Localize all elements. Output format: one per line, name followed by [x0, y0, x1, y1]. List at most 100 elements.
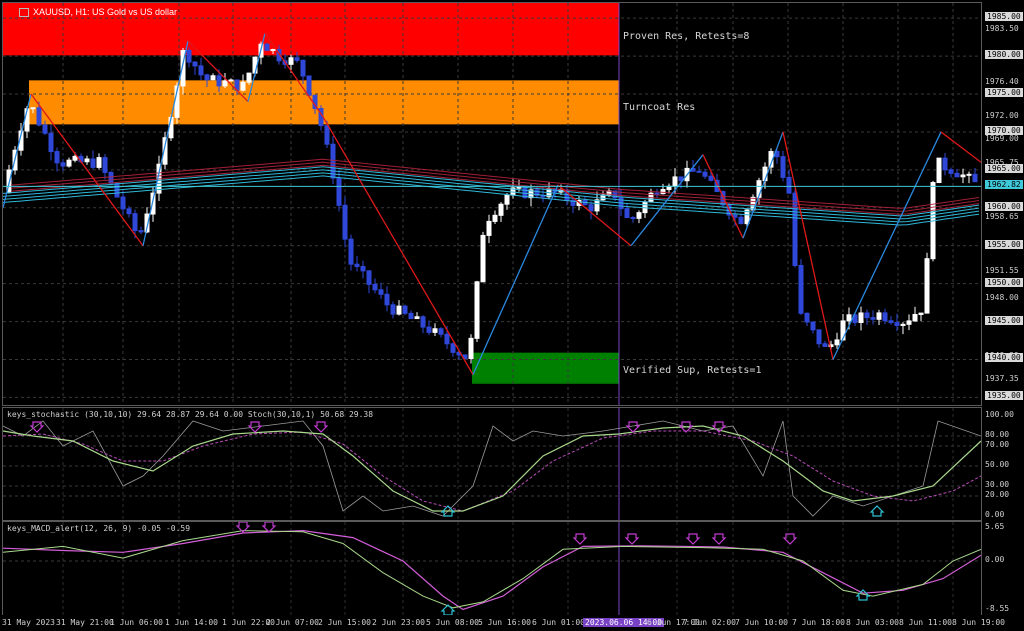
bull-candle [240, 81, 246, 91]
window-icon [19, 8, 29, 18]
bear-candle [108, 171, 114, 184]
bear-candle [48, 132, 54, 153]
bear-candle [804, 312, 810, 323]
macd-axis-tick: 5.65 [985, 522, 1005, 531]
time-tick: 1 Jun 06:00 [110, 618, 163, 627]
bull-candle [498, 203, 504, 216]
stochastic-axis: 100.00 80.00 70.00 50.00 30.00 20.00 0.00 [982, 407, 1024, 519]
time-tick: 8 Jun 11:00 [899, 618, 952, 627]
price-tick: 1975.00 [985, 88, 1023, 98]
chart-window: XAUUSD, H1: US Gold vs US dollar Proven … [0, 0, 1024, 631]
bear-candle [294, 57, 300, 61]
bull-candle [504, 194, 510, 205]
macd-axis-tick: -8.55 [985, 604, 1010, 613]
price-tick: 1935.00 [985, 391, 1023, 401]
price-tick: 1960.00 [985, 201, 1023, 211]
time-tick: 5 Jun 16:00 [478, 618, 531, 627]
bull-candle [834, 339, 840, 346]
time-tick: 7 Jun 18:00 [792, 618, 845, 627]
time-tick: 8 Jun 19:00 [952, 618, 1005, 627]
bear-candle [624, 208, 630, 219]
bear-candle [384, 293, 390, 306]
bull-candle [966, 173, 972, 176]
macd-axis: 5.65 0.00 -8.55 [982, 521, 1024, 614]
zigzag-segment [702, 154, 744, 239]
stochastic-canvas [3, 408, 981, 520]
bull-candle [210, 75, 216, 81]
sell-arrow-icon [572, 533, 588, 545]
bear-candle [360, 266, 366, 272]
price-tick: 1948.00 [985, 292, 1019, 302]
sell-arrow-icon [29, 421, 45, 433]
sell-arrow-icon [261, 522, 277, 533]
price-tick: 1958.65 [985, 212, 1019, 222]
bear-candle [972, 173, 978, 183]
bear-candle [780, 156, 786, 178]
bear-candle [798, 264, 804, 314]
time-axis[interactable]: 31 May 2023 31 May 21:00 1 Jun 06:00 1 Jun … [0, 615, 1024, 631]
bull-candle [636, 212, 642, 219]
bull-candle [66, 159, 72, 167]
bear-candle [102, 157, 108, 173]
macd-pane[interactable]: keys_MACD_alert(12, 26, 9) -0.05 -0.59 [2, 521, 982, 616]
bear-candle [300, 59, 306, 77]
sell-arrow-icon [313, 421, 329, 433]
bear-candle [138, 230, 144, 233]
time-tick: 2 Jun 23:00 [372, 618, 425, 627]
bear-candle [324, 125, 330, 145]
bear-candle [42, 124, 48, 134]
bear-candle [630, 217, 636, 220]
bull-candle [936, 157, 942, 184]
price-tick: 1950.00 [985, 277, 1023, 287]
time-tick: 5 Jun 08:00 [426, 618, 479, 627]
stoch-axis-tick: 80.00 [985, 430, 1010, 439]
bull-candle [846, 314, 852, 322]
bear-candle [942, 157, 948, 171]
bull-candle [906, 320, 912, 325]
stochastic-pane[interactable]: keys_stochastic (30,10,10) 29.64 28.87 2… [2, 407, 982, 521]
zone-label-proven-res: Proven Res, Retests=8 [623, 31, 750, 42]
stoch-axis-tick: 70.00 [985, 440, 1010, 449]
bull-candle [432, 328, 438, 333]
bear-candle [588, 204, 594, 212]
bear-candle [420, 316, 426, 328]
bear-candle [402, 305, 408, 314]
zone-label-turncoat-res: Turncoat Res [623, 102, 696, 113]
bear-candle [810, 321, 816, 331]
bear-candle [732, 214, 738, 218]
bull-candle [252, 56, 258, 74]
bear-candle [354, 263, 360, 268]
bear-candle [198, 65, 204, 76]
bear-candle [306, 75, 312, 96]
price-tick: 1937.35 [985, 373, 1019, 383]
stoch-axis-tick: 20.00 [985, 490, 1010, 499]
bull-candle [912, 313, 918, 322]
bull-candle [660, 189, 666, 195]
price-tick: 1976.40 [985, 77, 1019, 87]
stoch-raw-line [3, 420, 981, 517]
zone-2 [472, 352, 619, 384]
bull-candle [672, 176, 678, 187]
bear-candle [120, 196, 126, 210]
chart-title: XAUUSD, H1: US Gold vs US dollar [19, 7, 177, 18]
bull-candle [594, 199, 600, 212]
bear-candle [36, 107, 42, 126]
bear-candle [90, 158, 96, 168]
bear-candle [708, 175, 714, 181]
bear-candle [264, 43, 270, 51]
bear-candle [822, 343, 828, 347]
time-tick: 31 May 21:00 [56, 618, 114, 627]
bear-candle [864, 312, 870, 319]
price-tick: 1940.00 [985, 353, 1023, 363]
bear-candle [204, 74, 210, 81]
price-tick: 1972.00 [985, 110, 1019, 120]
price-chart-pane[interactable]: XAUUSD, H1: US Gold vs US dollar Proven … [2, 2, 982, 406]
time-tick: 1 Jun 14:00 [165, 618, 218, 627]
bear-candle [390, 304, 396, 315]
stoch-axis-tick: 100.00 [985, 410, 1014, 419]
time-tick: 8 Jun 03:00 [846, 618, 899, 627]
price-axis[interactable]: 1985.00 1983.50 1980.00 1976.40 1975.00 1972.… [982, 2, 1024, 404]
bear-candle [186, 49, 192, 63]
price-tick: 1983.50 [985, 23, 1019, 33]
bull-candle [30, 107, 36, 110]
